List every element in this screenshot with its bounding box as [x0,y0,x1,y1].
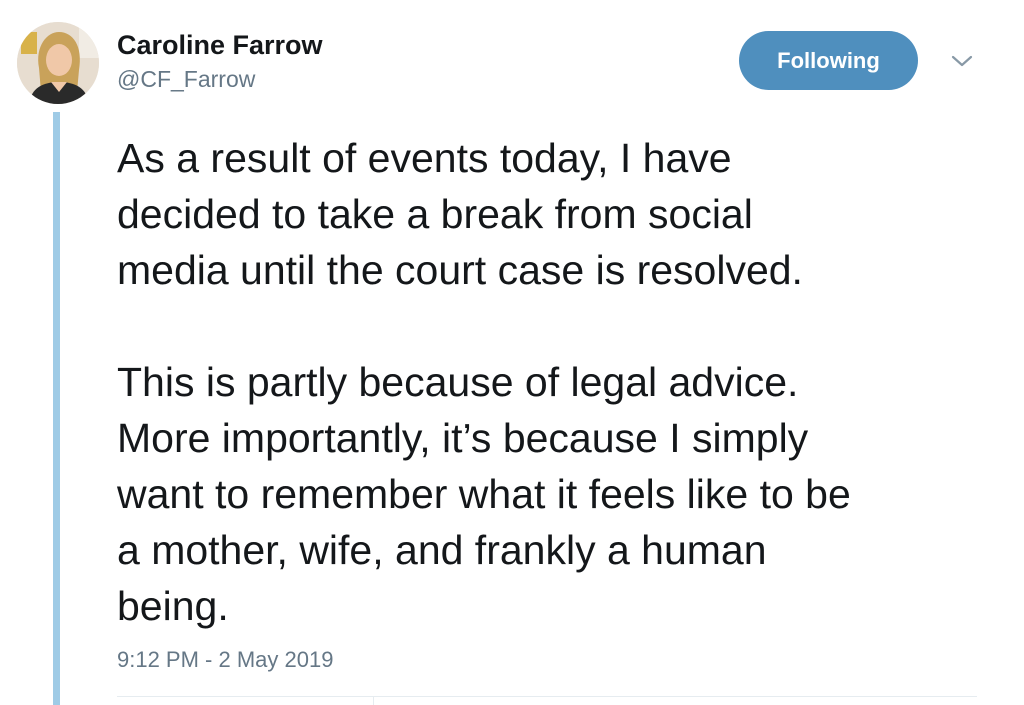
divider [373,696,374,705]
chevron-down-icon [951,55,973,67]
divider [117,696,977,697]
author-avatar[interactable] [17,22,99,104]
author-handle[interactable]: @CF_Farrow [117,66,255,93]
tweet-paragraph: As a result of events today, I have deci… [117,135,803,293]
following-button[interactable]: Following [739,31,918,90]
tweet-paragraph: This is partly because of legal advice. … [117,359,851,629]
thread-line [53,112,60,705]
author-display-name[interactable]: Caroline Farrow [117,30,323,61]
tweet-text: As a result of events today, I have deci… [117,130,997,634]
tweet-timestamp[interactable]: 9:12 PM - 2 May 2019 [117,647,333,673]
more-options-button[interactable] [948,50,976,72]
profile-photo [17,22,99,104]
